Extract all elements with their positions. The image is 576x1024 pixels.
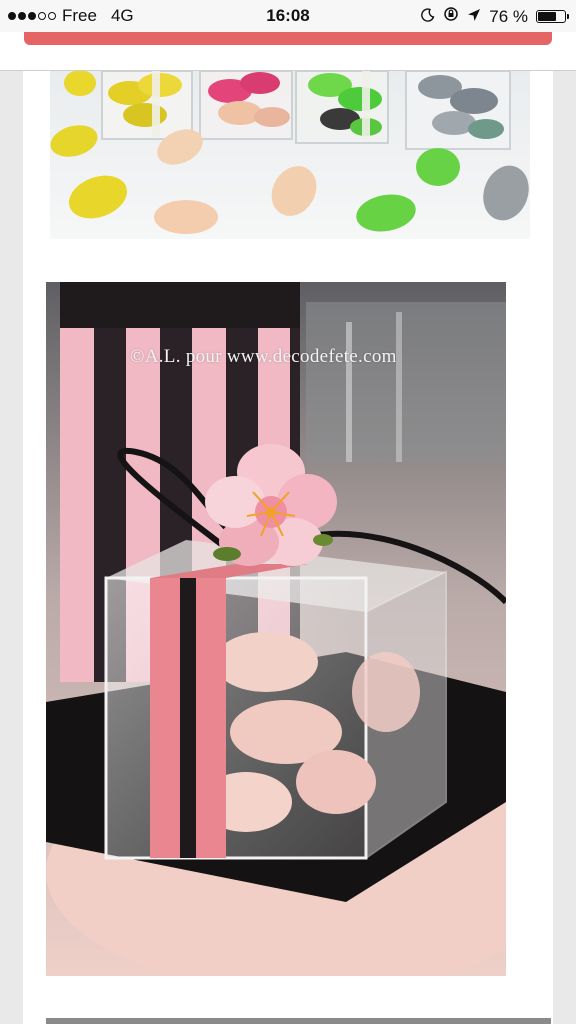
location-arrow-icon [467, 7, 481, 27]
header-accent-bar [24, 32, 552, 45]
content-column: ©A.L. pour www.decodefete.com [23, 71, 553, 1024]
photo-dragees[interactable] [50, 71, 530, 239]
dragees-image [50, 71, 530, 239]
rotation-lock-icon [443, 6, 459, 27]
next-photo-preview[interactable] [46, 1018, 551, 1024]
battery-icon [536, 10, 569, 23]
battery-percent: 76 % [489, 6, 528, 26]
status-bar: Free 4G 16:08 76 % [0, 0, 576, 32]
moon-icon [421, 7, 435, 27]
status-right: 76 % [421, 6, 569, 27]
photo-favor-box[interactable]: ©A.L. pour www.decodefete.com [46, 282, 506, 976]
photo-watermark: ©A.L. pour www.decodefete.com [130, 346, 397, 367]
page-header [0, 32, 576, 71]
favor-box-image [46, 282, 506, 976]
